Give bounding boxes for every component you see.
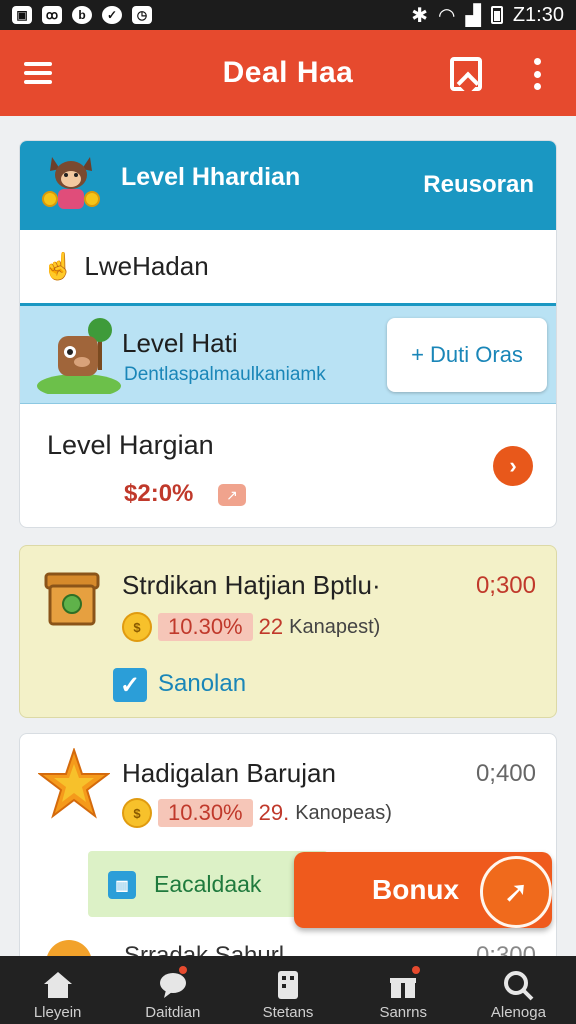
level-card-header: Level Hhardian Reusoran [20,141,556,230]
battery-icon [490,6,503,24]
coin-icon: $ [122,612,152,642]
mascot-icon [42,157,100,209]
bookmark-icon[interactable] [450,57,482,91]
nav-item-gifts[interactable]: Sanrns [346,956,461,1024]
cards-icon [278,971,298,999]
bonus-arrow-icon[interactable]: ➚ [480,856,552,928]
checkbox-checked[interactable]: ✓ [113,668,147,702]
bonus-button[interactable]: Bonux ➚ [294,852,552,928]
chevron-right-icon[interactable]: › [493,446,533,486]
bottom-nav: Lleyein Daitdian Stetans Sanrns Alenoga [0,956,576,1024]
nav-label-search: Alenoga [490,1004,546,1021]
task-card[interactable]: Strdikan Hatjian Bptlu· 0;300 $ 10.30% 2… [19,545,557,718]
level-card-title: Level Hhardian [121,163,301,191]
treasure-box-icon [44,572,100,626]
gallery-icon: ▣ [12,6,32,24]
trend-icon: ↗ [218,484,246,506]
task-count: 22 [258,614,284,639]
level-banner: Level Hati Dentlaspalmaulkaniamk + Duti … [20,306,556,404]
nav-item-chat[interactable]: Daitdian [115,956,230,1024]
search-icon [504,971,534,1001]
signal-icon: ▟ [465,4,481,27]
task2-title: Hadigalan Barujan [122,758,336,788]
nav-label-stats: Stetans [262,1004,314,1021]
task-amount: 0;300 [475,572,536,599]
sub-chip-label: Eacaldaak [154,871,262,897]
level-card-action[interactable]: Reusoran [423,171,534,199]
task2-count: 29. [258,800,290,825]
nav-item-stats[interactable]: Stetans [230,956,345,1024]
task2-sub: Kanopeas) [295,801,392,824]
task-meta: $ 10.30% 22 Kanapest) [122,612,380,642]
task2-percent: 10.30% [158,799,253,827]
app-title: Deal Haa [222,56,354,89]
checkbox-label: Sanolan [158,670,247,697]
messenger-icon: b [72,6,92,24]
task-card-2[interactable]: Hadigalan Barujan 0;400 $ 10.30% 29. Kan… [19,733,557,964]
coin-icon: $ [122,798,152,828]
chart-icon: ▥ [108,871,136,899]
status-time: Z1:30 [512,3,564,26]
nav-item-home[interactable]: Lleyein [0,956,115,1024]
task-sub: Kanapest) [289,615,381,638]
nav-label-gifts: Sanrns [379,1004,427,1021]
level-detail-row[interactable]: Level Hargian $2:0% ↗ › [20,404,556,526]
level-card: Level Hhardian Reusoran ☝ LweHadan Level… [19,140,557,528]
add-button[interactable]: + Duti Oras [387,318,547,392]
notification-dot [411,966,420,974]
level-row[interactable]: ☝ LweHadan [20,230,556,306]
level-detail-title: Level Hargian [47,430,214,460]
bonus-label: Bonux [372,874,460,905]
nav-label-chat: Daitdian [145,1004,201,1021]
level-row-label: LweHadan [84,251,209,281]
task2-meta: $ 10.30% 29. Kanopeas) [122,798,392,828]
banner-title: Level Hati [122,328,238,358]
task-percent: 10.30% [158,613,253,641]
nav-item-search[interactable]: Alenoga [461,956,576,1024]
app-icon: ꝏ [42,6,62,24]
status-bar: ▣ ꝏ b ✓ ◷ ✱ ◠ ▟ Z1:30 [0,0,576,30]
more-options-icon[interactable] [534,58,542,90]
level-detail-value: $2:0% [124,480,194,507]
banner-subtitle: Dentlaspalmaulkaniamk [124,364,326,385]
home-icon [43,972,72,998]
wifi-icon: ◠ [438,4,456,27]
app-bar: Deal Haa [0,30,576,116]
nav-label-home: Lleyein [33,1004,82,1021]
menu-icon[interactable] [24,62,52,84]
clock-icon: ◷ [132,6,152,24]
task-title: Strdikan Hatjian Bptlu· [122,570,381,600]
sub-chip[interactable]: ▥ Eacaldaak [88,851,328,917]
checkmark-icon: ✓ [102,6,122,24]
monkey-icon [37,318,121,394]
bluetooth-icon: ✱ [411,4,428,27]
thumbs-up-icon: ☝ [42,251,75,281]
task2-amount: 0;400 [475,760,536,787]
star-icon [38,748,110,819]
